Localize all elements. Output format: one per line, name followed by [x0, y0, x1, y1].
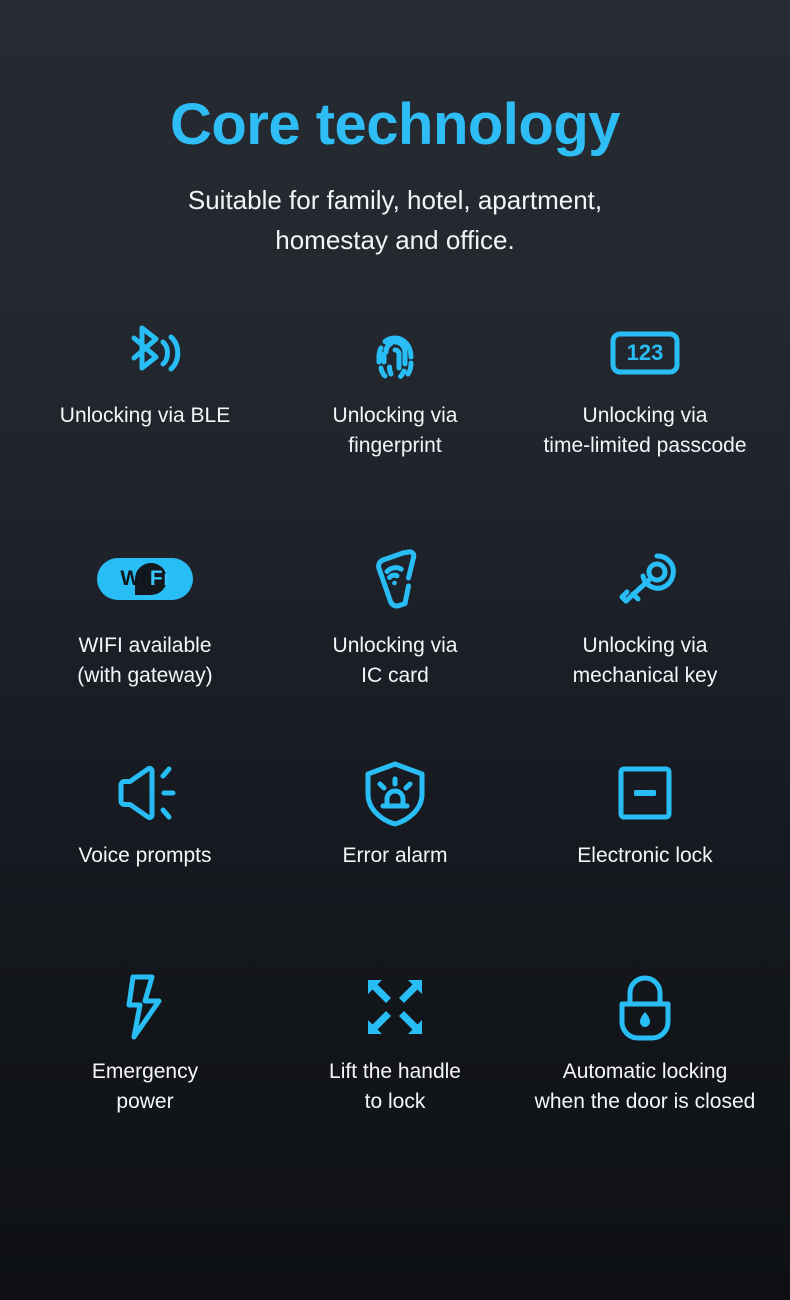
wifi-badge: Wi Fi	[97, 557, 193, 600]
label-line-1: Voice prompts	[78, 843, 212, 867]
feature-label: Unlocking via fingerprint	[329, 401, 462, 462]
label-line-2: mechanical key	[572, 664, 718, 688]
label-line-1: Unlocking via	[332, 403, 458, 427]
passcode-123-icon: 123	[601, 305, 689, 401]
electronic-lock-icon	[612, 745, 678, 841]
core-technology-page: Core technology Suitable for family, hot…	[0, 0, 790, 1300]
label-line-1: Electronic lock	[577, 843, 713, 867]
converge-arrows-icon	[360, 957, 430, 1057]
label-line-2: (with gateway)	[77, 664, 213, 688]
feature-label: Voice prompts	[74, 841, 215, 871]
label-line-2: fingerprint	[348, 434, 442, 458]
feature-label: Unlocking via time-limited passcode	[539, 401, 750, 462]
feature-label: Automatic locking when the door is close…	[531, 1057, 760, 1118]
feature-item-ic-card: Unlocking via IC card	[270, 527, 520, 745]
feature-label: Unlocking via IC card	[329, 631, 462, 692]
shield-alarm-icon	[360, 745, 430, 841]
label-line-1: Unlocking via BLE	[59, 403, 231, 427]
page-title: Core technology	[169, 92, 621, 157]
fingerprint-icon	[358, 305, 432, 401]
wifi-text-wi: Wi	[120, 566, 147, 590]
lightning-bolt-icon	[114, 957, 176, 1057]
label-line-2: power	[116, 1090, 174, 1114]
feature-item-mechanical-key: Unlocking via mechanical key	[520, 527, 770, 745]
feature-grid: Unlocking via BLE Unlocking via fingerpr…	[0, 305, 790, 1157]
label-line-2: IC card	[361, 664, 429, 688]
feature-label: Electronic lock	[573, 841, 716, 871]
feature-item-ble: Unlocking via BLE	[20, 305, 270, 527]
label-line-1: Emergency	[91, 1059, 199, 1083]
feature-label: WIFI available (with gateway)	[73, 631, 216, 692]
feature-item-electronic-lock: Electronic lock	[520, 745, 770, 957]
feature-item-voice-prompts: Voice prompts	[20, 745, 270, 957]
feature-item-automatic-locking: Automatic locking when the door is close…	[520, 957, 770, 1157]
label-line-1: Error alarm	[342, 843, 448, 867]
subtitle-line-1: Suitable for family, hotel, apartment,	[187, 185, 603, 215]
label-line-1: Unlocking via	[332, 633, 458, 657]
feature-label: Emergency power	[88, 1057, 202, 1118]
key-icon	[607, 527, 683, 631]
feature-label: Unlocking via mechanical key	[569, 631, 722, 692]
feature-item-error-alarm: Error alarm	[270, 745, 520, 957]
feature-item-wifi: Wi Fi WIFI available (with gateway)	[20, 527, 270, 745]
label-line-1: WIFI available	[78, 633, 212, 657]
speaker-icon	[107, 745, 183, 841]
page-header: Core technology Suitable for family, hot…	[0, 0, 790, 261]
label-line-2: to lock	[364, 1090, 426, 1114]
wifi-badge-icon: Wi Fi	[97, 527, 193, 631]
label-line-2: when the door is closed	[534, 1090, 756, 1114]
feature-label: Unlocking via BLE	[56, 401, 234, 431]
subtitle-line-2: homestay and office.	[275, 225, 515, 256]
feature-label: Error alarm	[338, 841, 451, 871]
feature-item-lift-handle: Lift the handle to lock	[270, 957, 520, 1157]
feature-label: Lift the handle to lock	[325, 1057, 465, 1118]
label-line-1: Unlocking via	[582, 633, 708, 657]
wifi-text-fi: Fi	[149, 566, 170, 590]
feature-item-passcode: 123 Unlocking via time-limited passcode	[520, 305, 770, 527]
passcode-digits: 123	[627, 340, 664, 365]
ic-card-icon	[358, 527, 432, 631]
label-line-2: time-limited passcode	[543, 434, 747, 458]
label-line-1: Lift the handle	[329, 1059, 461, 1083]
padlock-icon	[612, 957, 678, 1057]
feature-item-fingerprint: Unlocking via fingerprint	[270, 305, 520, 527]
page-subtitle: Suitable for family, hotel, apartment, h…	[0, 154, 790, 261]
feature-item-emergency-power: Emergency power	[20, 957, 270, 1157]
label-line-1: Unlocking via	[582, 403, 708, 427]
bluetooth-icon	[108, 305, 182, 401]
wifi-label: Wi Fi	[120, 567, 169, 591]
label-line-1: Automatic locking	[562, 1059, 728, 1083]
